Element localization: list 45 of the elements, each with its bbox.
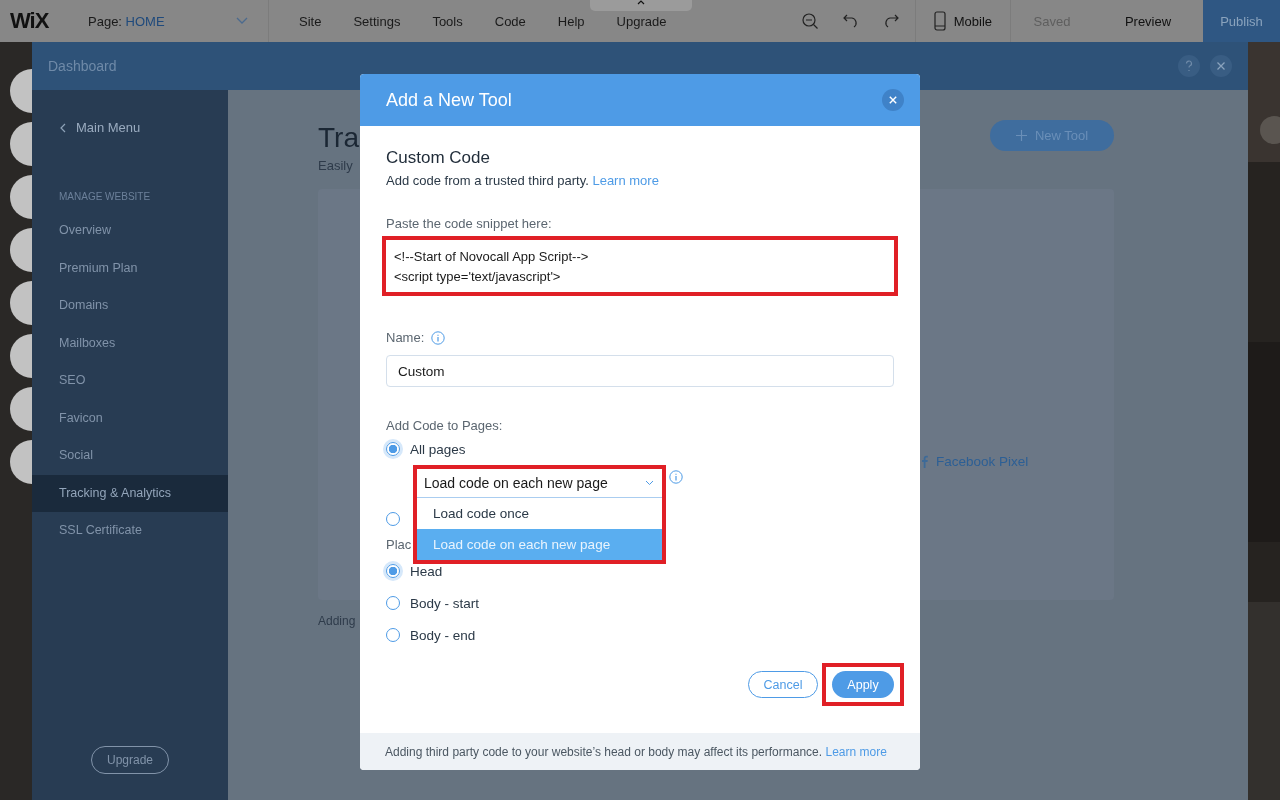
menu-item[interactable]: Help <box>541 13 601 29</box>
sidebar-item[interactable]: Domains <box>32 287 228 325</box>
sidebar-item[interactable]: Favicon <box>32 399 228 437</box>
field-label: Paste the code snippet here: <box>386 216 552 231</box>
menu-item[interactable]: Code <box>478 13 542 29</box>
option-label: Head <box>410 563 443 579</box>
sidebar-item[interactable]: Tracking & Analytics <box>32 474 228 512</box>
footer-text: Adding <box>318 614 357 628</box>
sidebar-item[interactable]: SEO <box>32 362 228 400</box>
option-label: All pages <box>410 441 466 457</box>
sidebar-item[interactable]: Social <box>32 437 228 475</box>
sidebar-item[interactable]: Premium Plan <box>32 249 228 287</box>
apply-button[interactable]: Apply <box>832 671 894 698</box>
wix-logo[interactable]: WiX <box>10 8 70 34</box>
publish-button[interactable]: Publish <box>1203 0 1280 42</box>
menu-item[interactable]: Upgrade <box>600 13 683 29</box>
menu-item[interactable]: Settings <box>337 13 417 29</box>
option-label: Body - end <box>410 627 476 643</box>
field-label: Name: <box>386 330 425 345</box>
menu-item[interactable]: Tools <box>416 13 479 29</box>
description-text: Add code from a trusted third party. Learn more <box>386 173 660 188</box>
sidebar-item[interactable]: Overview <box>32 212 228 250</box>
dashboard-title: Dashboard <box>48 58 117 74</box>
cancel-button[interactable]: Cancel <box>748 671 818 698</box>
field-label: Add Code to Pages: <box>386 418 503 433</box>
sidebar-item[interactable]: Mailboxes <box>32 324 228 362</box>
page-subtitle: Easily <box>318 158 354 173</box>
menu-item[interactable]: Site <box>299 13 338 29</box>
dropdown-select[interactable]: Load code on each new page <box>417 469 662 498</box>
learn-more-link[interactable]: Learn more <box>825 744 887 759</box>
learn-more-link[interactable]: Learn more <box>592 173 659 188</box>
section-title: Custom Code <box>386 148 491 168</box>
name-field[interactable]: Custom <box>386 355 894 387</box>
sidebar-item[interactable]: SSL Certificate <box>32 512 228 550</box>
page-title: Tra <box>318 121 359 155</box>
dropdown-option[interactable]: Load code on each new page <box>417 529 662 560</box>
dialog-title: Add a New Tool <box>386 89 512 111</box>
footer-note: Adding third party code to your website’s head or body may affect its performance. Learn more <box>385 744 887 759</box>
field-label: Plac <box>386 536 412 554</box>
preview-button[interactable]: Preview <box>1093 0 1203 42</box>
main-menu-link[interactable]: Main Menu <box>32 120 228 135</box>
code-field[interactable]: <!--Start of Novocall App Script--> <script type='text/javascript'> <box>386 240 894 292</box>
option-label: Body - start <box>410 595 480 611</box>
section-heading: MANAGE WEBSITE <box>58 191 152 202</box>
dropdown-option[interactable]: Load code once <box>417 498 662 529</box>
